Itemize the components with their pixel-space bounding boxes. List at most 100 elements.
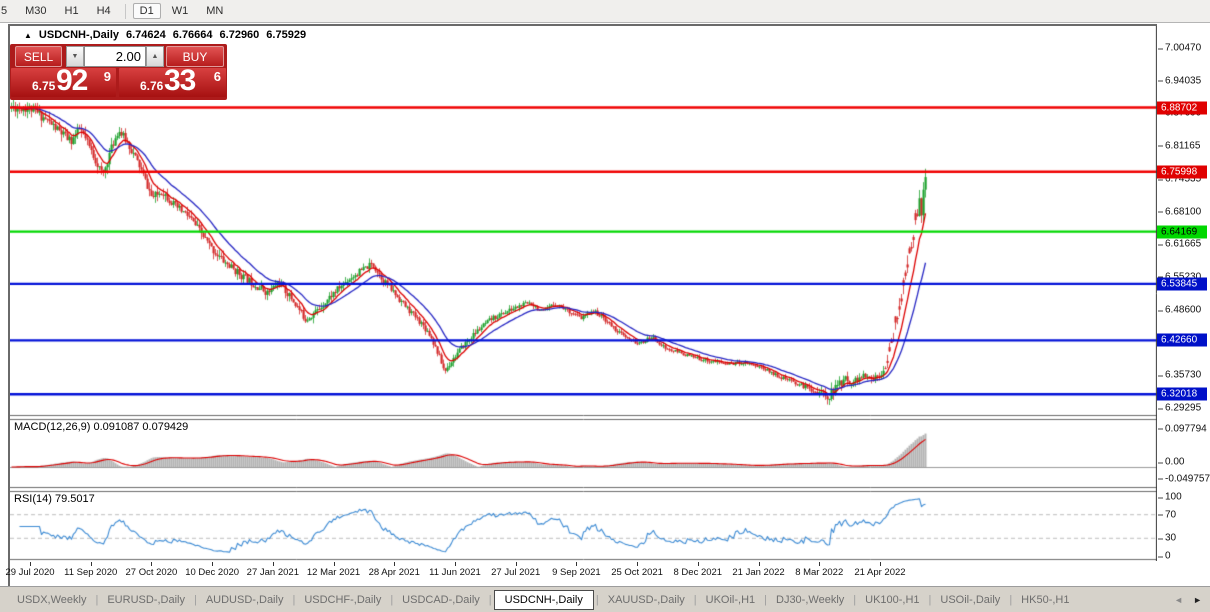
price-level-badge: 6.53845 xyxy=(1157,277,1207,290)
macd-indicator-label: MACD(12,26,9) 0.091087 0.079429 xyxy=(14,421,188,433)
date-label: 9 Sep 2021 xyxy=(552,567,601,578)
date-label: 11 Jun 2021 xyxy=(429,567,481,578)
chart-tab[interactable]: DJ30-,Weekly xyxy=(767,590,853,610)
chart-tab[interactable]: UK100-,H1 xyxy=(856,590,928,610)
chart-tab[interactable]: USDCNH-,Daily xyxy=(494,590,594,610)
date-tick xyxy=(698,562,699,566)
date-tick xyxy=(91,562,92,566)
volume-input[interactable] xyxy=(84,46,146,67)
price-axis[interactable]: 7.004706.940356.876006.811656.745356.681… xyxy=(1157,24,1210,586)
price-tick-label: 7.00470 xyxy=(1165,43,1201,54)
price-level-badge: 6.42660 xyxy=(1157,334,1207,347)
date-axis[interactable]: 29 Jul 202011 Sep 202027 Oct 202010 Dec … xyxy=(10,562,1157,584)
chart-tab[interactable]: USDX,Weekly xyxy=(8,590,95,610)
date-tick xyxy=(516,562,517,566)
date-label: 8 Dec 2021 xyxy=(674,567,723,578)
bid-price-display[interactable]: 6.75 92 9 xyxy=(11,68,116,97)
tab-divider: | xyxy=(489,594,492,606)
date-label: 10 Dec 2020 xyxy=(185,567,239,578)
timeframe-w1[interactable]: W1 xyxy=(165,3,196,19)
price-tick-label: 6.61665 xyxy=(1165,239,1201,250)
date-tick xyxy=(30,562,31,566)
date-tick xyxy=(334,562,335,566)
date-label: 12 Mar 2021 xyxy=(307,567,360,578)
price-tick-label: 6.94035 xyxy=(1165,75,1201,86)
price-level-badge: 6.88702 xyxy=(1157,101,1207,114)
collapse-trade-panel-icon[interactable]: ▲ xyxy=(24,31,32,40)
date-label: 21 Jan 2022 xyxy=(732,567,784,578)
trading-terminal-window: 5 M30 H1 H4 D1 W1 MN ▲ USDCNH-,Daily 6.7… xyxy=(0,0,1210,612)
bid-price-prefix: 6.75 xyxy=(32,79,55,93)
chart-tab[interactable]: USDCAD-,Daily xyxy=(393,590,489,610)
date-tick xyxy=(212,562,213,566)
price-tick-label: 6.29295 xyxy=(1165,403,1201,414)
bid-price-point: 9 xyxy=(104,69,111,84)
date-label: 27 Oct 2020 xyxy=(126,567,178,578)
timeframe-h1[interactable]: H1 xyxy=(58,3,86,19)
price-tick-label: 6.35730 xyxy=(1165,370,1201,381)
timeframe-d1[interactable]: D1 xyxy=(133,3,161,19)
timeframe-h4[interactable]: H4 xyxy=(90,3,118,19)
one-click-trade-panel: SELL ▼ ▲ BUY 6.75 92 9 6.76 33 6 xyxy=(10,44,227,100)
chart-header: ▲ USDCNH-,Daily 6.74624 6.76664 6.72960 … xyxy=(24,29,306,41)
date-label: 28 Apr 2021 xyxy=(369,567,420,578)
date-tick xyxy=(394,562,395,566)
chart-tab[interactable]: USDCHF-,Daily xyxy=(295,590,390,610)
close-value: 6.75929 xyxy=(266,29,306,41)
ask-price-pips: 33 xyxy=(164,64,195,98)
high-value: 6.76664 xyxy=(173,29,213,41)
price-chart-canvas[interactable] xyxy=(10,26,1157,561)
rsi-axis-label: 30 xyxy=(1165,533,1176,544)
chart-tab[interactable]: UKOil-,H1 xyxy=(697,590,765,610)
rsi-indicator-label: RSI(14) 79.5017 xyxy=(14,493,95,505)
date-tick xyxy=(273,562,274,566)
rsi-axis-label: 70 xyxy=(1165,509,1176,520)
date-tick xyxy=(819,562,820,566)
volume-increase-icon[interactable]: ▲ xyxy=(146,46,164,67)
low-value: 6.72960 xyxy=(220,29,260,41)
timeframe-m30[interactable]: M30 xyxy=(18,3,53,19)
macd-axis-label: 0.097794 xyxy=(1165,423,1207,434)
symbol-period-label: USDCNH-,Daily xyxy=(39,29,119,41)
date-tick xyxy=(151,562,152,566)
chart-tab[interactable]: XAUUSD-,Daily xyxy=(599,590,694,610)
price-level-badge: 6.32018 xyxy=(1157,388,1207,401)
date-tick xyxy=(576,562,577,566)
tab-scroll-arrows: ◄► xyxy=(1174,595,1202,605)
date-label: 8 Mar 2022 xyxy=(795,567,843,578)
date-label: 21 Apr 2022 xyxy=(854,567,905,578)
date-label: 29 Jul 2020 xyxy=(5,567,54,578)
date-tick xyxy=(637,562,638,566)
macd-axis-label: -0.049757 xyxy=(1165,473,1210,484)
timeframe-toolbar: 5 M30 H1 H4 D1 W1 MN xyxy=(0,0,1210,23)
sell-button[interactable]: SELL xyxy=(15,46,62,67)
bid-price-pips: 92 xyxy=(56,64,87,98)
timeframe-m5[interactable]: 5 xyxy=(0,3,14,19)
date-tick xyxy=(455,562,456,566)
chart-tab[interactable]: AUDUSD-,Daily xyxy=(197,590,293,610)
date-label: 25 Oct 2021 xyxy=(611,567,663,578)
price-tick-label: 6.68100 xyxy=(1165,206,1201,217)
chart-tab[interactable]: EURUSD-,Daily xyxy=(98,590,194,610)
date-label: 27 Jul 2021 xyxy=(491,567,540,578)
chart-tab[interactable]: USOil-,Daily xyxy=(931,590,1009,610)
chart-tab-bar: USDX,Weekly|EURUSD-,Daily|AUDUSD-,Daily|… xyxy=(0,586,1210,612)
rsi-axis-label: 0 xyxy=(1165,551,1171,562)
price-level-badge: 6.75998 xyxy=(1157,165,1207,178)
price-tick-label: 6.48600 xyxy=(1165,305,1201,316)
tab-scroll-left-icon[interactable]: ◄ xyxy=(1174,595,1183,605)
chart-tab[interactable]: HK50-,H1 xyxy=(1012,590,1078,610)
rsi-axis-label: 100 xyxy=(1165,492,1182,503)
timeframe-mn[interactable]: MN xyxy=(199,3,230,19)
tab-scroll-right-icon[interactable]: ► xyxy=(1193,595,1202,605)
ask-price-point: 6 xyxy=(214,69,221,84)
open-value: 6.74624 xyxy=(126,29,166,41)
ask-price-prefix: 6.76 xyxy=(140,79,163,93)
date-label: 27 Jan 2021 xyxy=(247,567,299,578)
date-tick xyxy=(759,562,760,566)
macd-axis-label: 0.00 xyxy=(1165,457,1184,468)
toolbar-separator xyxy=(125,4,126,19)
date-label: 11 Sep 2020 xyxy=(64,567,117,578)
ask-price-display[interactable]: 6.76 33 6 xyxy=(119,68,226,97)
price-tick-label: 6.81165 xyxy=(1165,140,1200,151)
